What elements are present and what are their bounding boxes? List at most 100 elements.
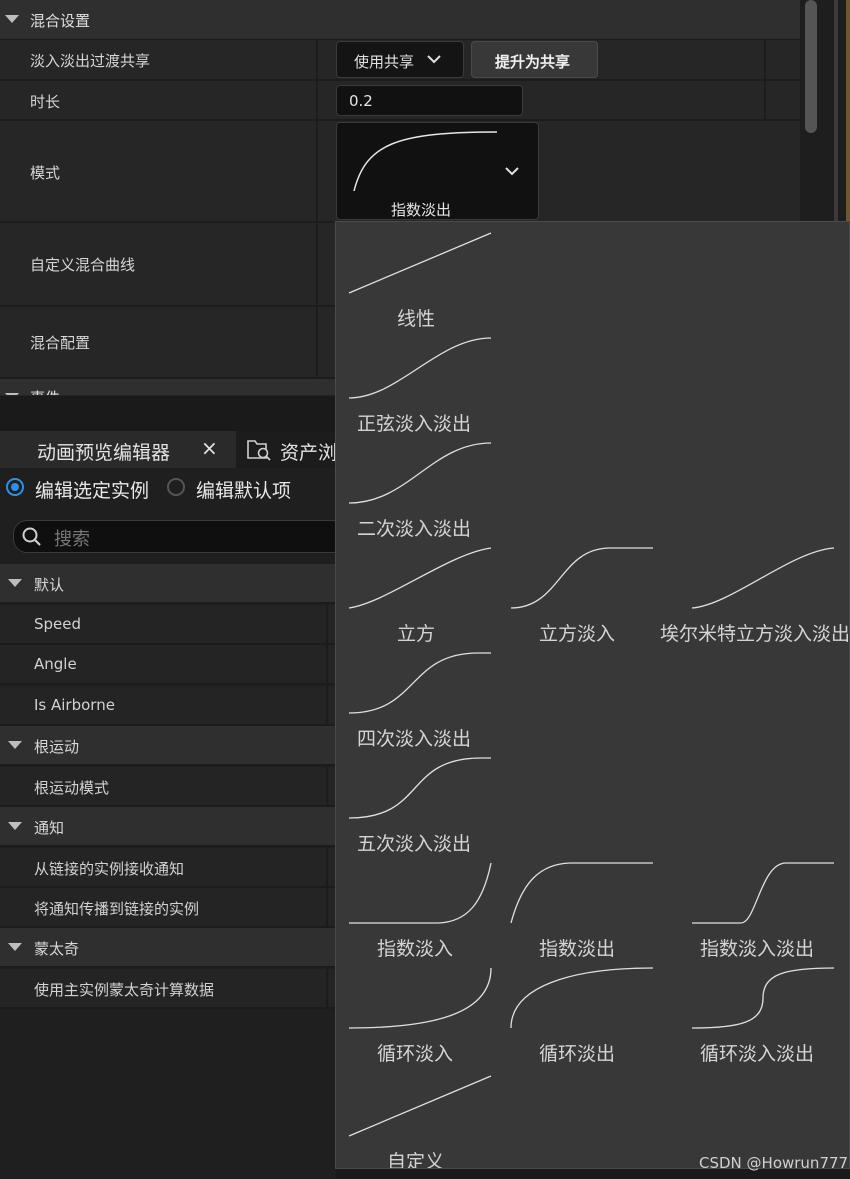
- quartic-in-out-curve-icon: [348, 652, 491, 714]
- cubic-curve-icon: [348, 547, 492, 609]
- blend-settings-header[interactable]: 混合设置: [0, 0, 800, 40]
- collapse-triangle-icon[interactable]: [8, 822, 22, 830]
- folder-search-icon: [247, 440, 271, 461]
- use-shared-dropdown[interactable]: 使用共享: [336, 41, 464, 78]
- option-label: 自定义: [387, 1151, 445, 1169]
- blend-mode-value: 指数淡出: [391, 201, 452, 219]
- category-montage[interactable]: 蒙太奇: [0, 928, 336, 968]
- menu-option-cubic[interactable]: 立方: [348, 547, 492, 645]
- circular-out-curve-icon: [510, 967, 654, 1029]
- menu-option-linear[interactable]: 线性: [348, 232, 492, 330]
- details-scroll-area: [800, 0, 850, 222]
- column-divider: [316, 307, 318, 377]
- section-title: 事件: [30, 387, 60, 395]
- property-label: 使用主实例蒙太奇计算数据: [34, 981, 215, 999]
- column-divider: [326, 848, 328, 886]
- category-default[interactable]: 默认: [0, 564, 336, 604]
- property-label: 将通知传播到链接的实例: [34, 900, 200, 918]
- collapse-triangle-icon[interactable]: [8, 943, 22, 951]
- property-row: 使用主实例蒙太奇计算数据: [0, 969, 336, 1009]
- category-root-motion[interactable]: 根运动: [0, 726, 336, 766]
- circular-in-out-curve-icon: [691, 967, 835, 1029]
- menu-option-circular-out[interactable]: 循环淡出: [510, 967, 654, 1065]
- sine-in-out-curve-icon: [348, 337, 492, 399]
- tab-anim-preview-editor[interactable]: 动画预览编辑器 ×: [0, 431, 236, 468]
- collapse-triangle-icon[interactable]: [8, 579, 22, 587]
- column-divider: [326, 969, 328, 1007]
- property-label: Angle: [34, 655, 77, 673]
- blend-mode-menu: 线性 正弦淡入淡出 二次淡入淡出 立方 立方淡入 埃尔米特立方淡入淡出 四次淡入…: [335, 221, 850, 1169]
- expo-in-out-curve-icon: [692, 862, 834, 924]
- radio-label: 编辑默认项: [196, 480, 292, 502]
- menu-option-quad-in-out[interactable]: 二次淡入淡出: [348, 442, 492, 540]
- collapse-triangle-icon[interactable]: [5, 15, 19, 23]
- menu-option-quintic-in-out[interactable]: 五次淡入淡出: [348, 757, 492, 855]
- row-mode: 模式 指数淡出: [0, 121, 800, 223]
- column-divider: [316, 223, 318, 305]
- cubic-in-curve-icon: [510, 547, 653, 609]
- promote-to-shared-button[interactable]: 提升为共享: [471, 41, 598, 78]
- tab-title: 资产浏: [280, 442, 338, 464]
- property-row: 将通知传播到链接的实例: [0, 888, 336, 928]
- tab-asset-browser[interactable]: 资产浏: [236, 431, 338, 468]
- menu-option-sine-in-out[interactable]: 正弦淡入淡出: [348, 337, 492, 435]
- panel-edge: [834, 0, 838, 222]
- property-label: Is Airborne: [34, 696, 115, 714]
- column-divider: [764, 40, 766, 79]
- column-divider: [316, 40, 318, 79]
- menu-option-custom[interactable]: 自定义: [348, 1075, 492, 1169]
- radio-edit-selected[interactable]: [6, 478, 24, 496]
- menu-option-hermite-cubic[interactable]: 埃尔米特立方淡入淡出: [660, 547, 849, 645]
- collapse-triangle-icon[interactable]: [8, 741, 22, 749]
- option-label: 五次淡入淡出: [357, 833, 472, 855]
- search-input[interactable]: 搜索: [13, 520, 355, 553]
- menu-option-expo-in[interactable]: 指数淡入: [348, 862, 492, 960]
- column-divider: [326, 605, 328, 643]
- option-label: 循环淡入淡出: [700, 1043, 815, 1065]
- property-row: 根运动模式: [0, 767, 336, 807]
- scrollbar-thumb[interactable]: [805, 0, 817, 133]
- close-icon[interactable]: ×: [201, 436, 218, 460]
- menu-option-quartic-in-out[interactable]: 四次淡入淡出: [348, 652, 492, 750]
- quintic-in-out-curve-icon: [348, 757, 491, 819]
- option-label: 指数淡出: [539, 938, 616, 960]
- collapse-triangle-icon[interactable]: [5, 393, 19, 395]
- menu-option-expo-in-out[interactable]: 指数淡入淡出: [691, 862, 835, 960]
- blend-mode-dropdown[interactable]: 指数淡出: [336, 122, 539, 220]
- search-placeholder: 搜索: [54, 529, 90, 550]
- button-label: 提升为共享: [495, 53, 571, 71]
- expo-out-curve-icon: [510, 862, 653, 924]
- search-icon: [22, 527, 41, 546]
- tab-title: 动画预览编辑器: [37, 442, 171, 464]
- circular-in-curve-icon: [348, 967, 492, 1029]
- category-label: 默认: [34, 576, 65, 594]
- duration-input[interactable]: 0.2: [336, 85, 523, 116]
- menu-option-circular-in[interactable]: 循环淡入: [348, 967, 492, 1065]
- option-label: 线性: [397, 308, 436, 330]
- option-label: 二次淡入淡出: [357, 518, 472, 540]
- menu-option-cubic-in[interactable]: 立方淡入: [510, 547, 654, 645]
- row-label: 时长: [30, 93, 61, 111]
- option-label: 指数淡入淡出: [700, 938, 815, 960]
- property-row: Angle: [0, 645, 336, 685]
- viewport-edge: [846, 0, 850, 222]
- radio-edit-defaults[interactable]: [167, 478, 185, 496]
- column-divider: [326, 686, 328, 724]
- row-label: 自定义混合曲线: [30, 256, 136, 274]
- category-notify[interactable]: 通知: [0, 807, 336, 847]
- chevron-down-icon: [427, 55, 441, 64]
- option-label: 循环淡入: [377, 1043, 454, 1065]
- dropdown-value: 使用共享: [354, 53, 415, 71]
- menu-option-circular-in-out[interactable]: 循环淡入淡出: [691, 967, 835, 1065]
- row-duration: 时长 0.2: [0, 81, 800, 121]
- property-row: 从链接的实例接收通知: [0, 848, 336, 888]
- radio-label: 编辑选定实例: [35, 480, 150, 502]
- menu-option-expo-out[interactable]: 指数淡出: [510, 862, 654, 960]
- category-label: 通知: [34, 819, 65, 837]
- property-label: 根运动模式: [34, 779, 110, 797]
- row-label: 淡入淡出过渡共享: [30, 52, 151, 70]
- option-label: 循环淡出: [539, 1043, 616, 1065]
- column-divider: [316, 121, 318, 221]
- property-row: Speed: [0, 605, 336, 645]
- watermark-text: CSDN @Howrun777: [699, 1154, 849, 1172]
